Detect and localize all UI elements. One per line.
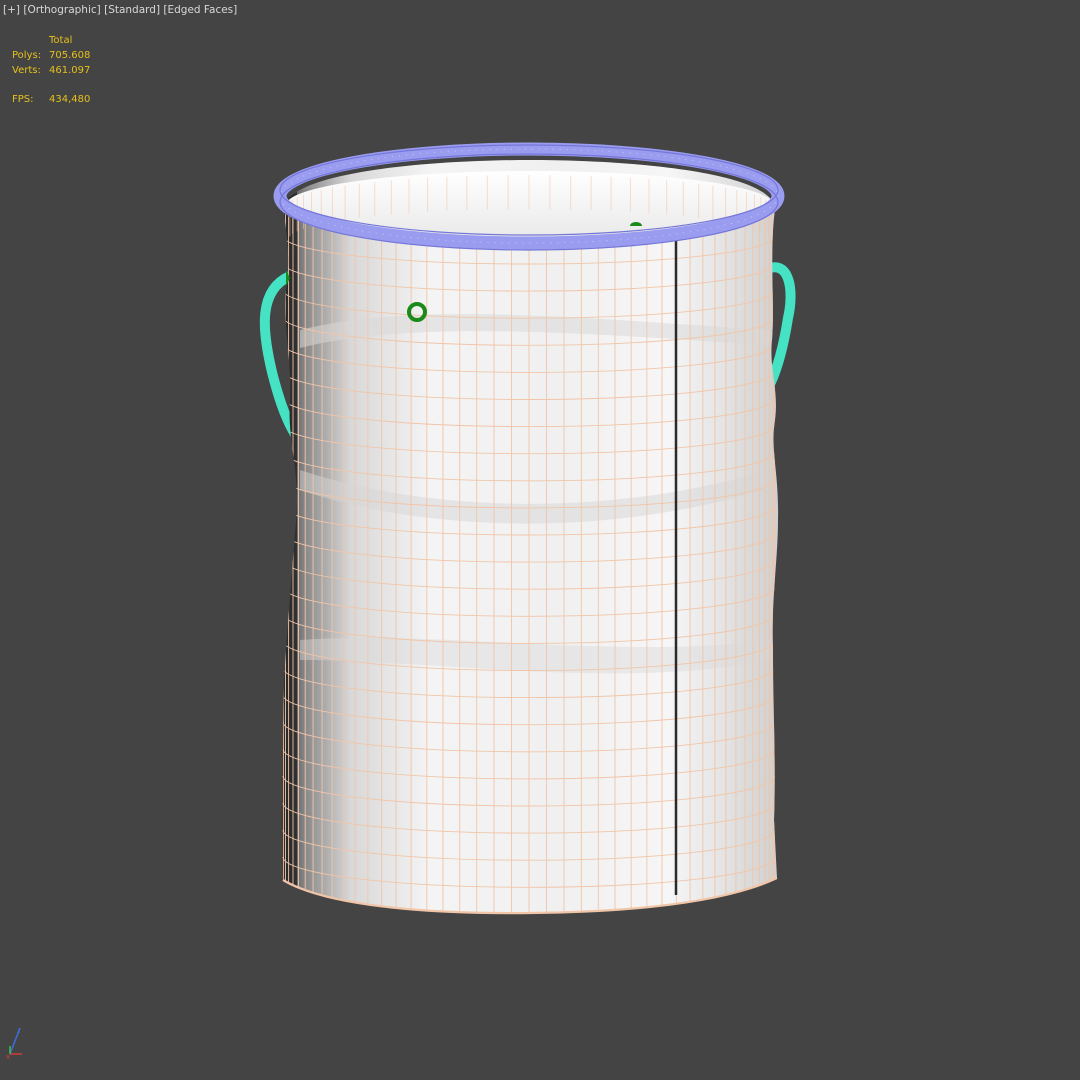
svg-text:z: z	[17, 1027, 21, 1035]
viewport-scene[interactable]	[0, 0, 1080, 1080]
bucket-body	[281, 160, 779, 915]
svg-text:x: x	[6, 1053, 10, 1060]
xyz-axis-gizmo-icon: z x	[6, 1027, 22, 1060]
